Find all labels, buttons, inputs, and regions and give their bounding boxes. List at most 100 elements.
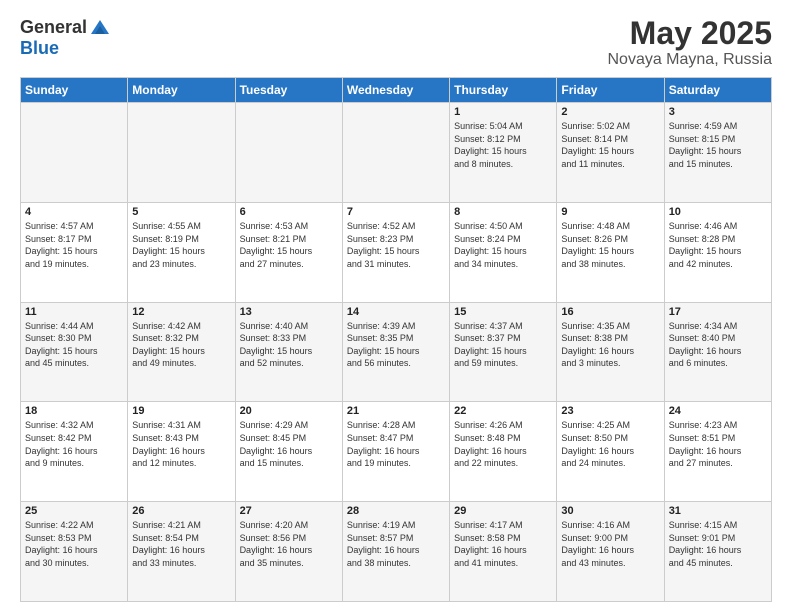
day-info: Sunrise: 4:21 AM Sunset: 8:54 PM Dayligh… bbox=[132, 519, 230, 569]
day-number: 19 bbox=[132, 405, 230, 417]
calendar-day-3: 3Sunrise: 4:59 AM Sunset: 8:15 PM Daylig… bbox=[664, 103, 771, 203]
column-header-monday: Monday bbox=[128, 78, 235, 103]
calendar-day-1: 1 Sunrise: 5:04 AM Sunset: 8:12 PM Daylig… bbox=[450, 103, 557, 203]
day-number: 8 bbox=[454, 206, 552, 218]
calendar-day-5: 5 Sunrise: 4:55 AM Sunset: 8:19 PM Daylig… bbox=[128, 202, 235, 302]
calendar-table: SundayMondayTuesdayWednesdayThursdayFrid… bbox=[20, 77, 772, 602]
calendar-day-13: 13Sunrise: 4:40 AM Sunset: 8:33 PM Dayli… bbox=[235, 302, 342, 402]
calendar-day-23: 23Sunrise: 4:25 AM Sunset: 8:50 PM Dayli… bbox=[557, 402, 664, 502]
day-info: Sunrise: 4:42 AM Sunset: 8:32 PM Dayligh… bbox=[132, 320, 230, 370]
column-header-tuesday: Tuesday bbox=[235, 78, 342, 103]
day-number: 14 bbox=[347, 306, 445, 318]
calendar-day-25: 25 Sunrise: 4:22 AM Sunset: 8:53 PM Dayli… bbox=[21, 502, 128, 602]
calendar-header-row: SundayMondayTuesdayWednesdayThursdayFrid… bbox=[21, 78, 772, 103]
day-info: Sunrise: 4:22 AM Sunset: 8:53 PM Dayligh… bbox=[25, 519, 123, 569]
column-header-sunday: Sunday bbox=[21, 78, 128, 103]
logo-general-text: General bbox=[20, 17, 87, 38]
day-info: Sunrise: 4:44 AM Sunset: 8:30 PM Dayligh… bbox=[25, 320, 123, 370]
calendar-week-3: 11 Sunrise: 4:44 AM Sunset: 8:30 PM Dayli… bbox=[21, 302, 772, 402]
column-header-friday: Friday bbox=[557, 78, 664, 103]
day-number: 1 bbox=[454, 106, 552, 118]
page: General Blue May 2025 Novaya Mayna, Russ… bbox=[0, 0, 792, 612]
calendar-day-30: 30 Sunrise: 4:16 AM Sunset: 9:00 PM Dayli… bbox=[557, 502, 664, 602]
empty-cell bbox=[128, 103, 235, 203]
calendar-day-6: 6 Sunrise: 4:53 AM Sunset: 8:21 PM Daylig… bbox=[235, 202, 342, 302]
title-block: May 2025 Novaya Mayna, Russia bbox=[607, 16, 772, 69]
column-header-wednesday: Wednesday bbox=[342, 78, 449, 103]
calendar-day-19: 19 Sunrise: 4:31 AM Sunset: 8:43 PM Dayli… bbox=[128, 402, 235, 502]
logo-blue-text: Blue bbox=[20, 38, 59, 59]
day-number: 22 bbox=[454, 405, 552, 417]
column-header-thursday: Thursday bbox=[450, 78, 557, 103]
day-number: 11 bbox=[25, 306, 123, 318]
day-number: 17 bbox=[669, 306, 767, 318]
day-number: 15 bbox=[454, 306, 552, 318]
day-number: 24 bbox=[669, 405, 767, 417]
day-number: 10 bbox=[669, 206, 767, 218]
day-number: 2 bbox=[561, 106, 659, 118]
day-number: 4 bbox=[25, 206, 123, 218]
day-info: Sunrise: 4:34 AM Sunset: 8:40 PM Dayligh… bbox=[669, 320, 767, 370]
calendar-day-20: 20 Sunrise: 4:29 AM Sunset: 8:45 PM Dayli… bbox=[235, 402, 342, 502]
day-number: 18 bbox=[25, 405, 123, 417]
day-number: 6 bbox=[240, 206, 338, 218]
calendar-day-31: 31Sunrise: 4:15 AM Sunset: 9:01 PM Dayli… bbox=[664, 502, 771, 602]
day-number: 30 bbox=[561, 505, 659, 517]
day-info: Sunrise: 4:53 AM Sunset: 8:21 PM Dayligh… bbox=[240, 220, 338, 270]
day-info: Sunrise: 4:20 AM Sunset: 8:56 PM Dayligh… bbox=[240, 519, 338, 569]
calendar-day-16: 16 Sunrise: 4:35 AM Sunset: 8:38 PM Dayli… bbox=[557, 302, 664, 402]
calendar-day-17: 17 Sunrise: 4:34 AM Sunset: 8:40 PM Dayli… bbox=[664, 302, 771, 402]
calendar-day-29: 29Sunrise: 4:17 AM Sunset: 8:58 PM Dayli… bbox=[450, 502, 557, 602]
calendar-day-18: 18 Sunrise: 4:32 AM Sunset: 8:42 PM Dayli… bbox=[21, 402, 128, 502]
calendar-week-5: 25 Sunrise: 4:22 AM Sunset: 8:53 PM Dayli… bbox=[21, 502, 772, 602]
calendar-day-12: 12 Sunrise: 4:42 AM Sunset: 8:32 PM Dayli… bbox=[128, 302, 235, 402]
day-number: 29 bbox=[454, 505, 552, 517]
calendar-day-4: 4 Sunrise: 4:57 AM Sunset: 8:17 PM Daylig… bbox=[21, 202, 128, 302]
calendar-week-4: 18 Sunrise: 4:32 AM Sunset: 8:42 PM Dayli… bbox=[21, 402, 772, 502]
calendar-day-27: 27Sunrise: 4:20 AM Sunset: 8:56 PM Dayli… bbox=[235, 502, 342, 602]
calendar-day-26: 26Sunrise: 4:21 AM Sunset: 8:54 PM Dayli… bbox=[128, 502, 235, 602]
subtitle: Novaya Mayna, Russia bbox=[607, 51, 772, 69]
day-info: Sunrise: 4:16 AM Sunset: 9:00 PM Dayligh… bbox=[561, 519, 659, 569]
calendar-day-11: 11 Sunrise: 4:44 AM Sunset: 8:30 PM Dayli… bbox=[21, 302, 128, 402]
day-info: Sunrise: 4:29 AM Sunset: 8:45 PM Dayligh… bbox=[240, 419, 338, 469]
header: General Blue May 2025 Novaya Mayna, Russ… bbox=[20, 16, 772, 69]
calendar-week-1: 1 Sunrise: 5:04 AM Sunset: 8:12 PM Daylig… bbox=[21, 103, 772, 203]
day-number: 31 bbox=[669, 505, 767, 517]
calendar-day-15: 15 Sunrise: 4:37 AM Sunset: 8:37 PM Dayli… bbox=[450, 302, 557, 402]
day-info: Sunrise: 4:19 AM Sunset: 8:57 PM Dayligh… bbox=[347, 519, 445, 569]
day-info: Sunrise: 4:46 AM Sunset: 8:28 PM Dayligh… bbox=[669, 220, 767, 270]
day-info: Sunrise: 4:28 AM Sunset: 8:47 PM Dayligh… bbox=[347, 419, 445, 469]
day-number: 7 bbox=[347, 206, 445, 218]
day-info: Sunrise: 4:32 AM Sunset: 8:42 PM Dayligh… bbox=[25, 419, 123, 469]
day-info: Sunrise: 5:02 AM Sunset: 8:14 PM Dayligh… bbox=[561, 120, 659, 170]
day-info: Sunrise: 4:25 AM Sunset: 8:50 PM Dayligh… bbox=[561, 419, 659, 469]
day-number: 28 bbox=[347, 505, 445, 517]
calendar-day-21: 21 Sunrise: 4:28 AM Sunset: 8:47 PM Dayli… bbox=[342, 402, 449, 502]
day-number: 20 bbox=[240, 405, 338, 417]
day-info: Sunrise: 4:52 AM Sunset: 8:23 PM Dayligh… bbox=[347, 220, 445, 270]
calendar-day-22: 22 Sunrise: 4:26 AM Sunset: 8:48 PM Dayli… bbox=[450, 402, 557, 502]
calendar-day-28: 28 Sunrise: 4:19 AM Sunset: 8:57 PM Dayli… bbox=[342, 502, 449, 602]
day-info: Sunrise: 4:26 AM Sunset: 8:48 PM Dayligh… bbox=[454, 419, 552, 469]
day-number: 16 bbox=[561, 306, 659, 318]
calendar-day-24: 24Sunrise: 4:23 AM Sunset: 8:51 PM Dayli… bbox=[664, 402, 771, 502]
day-number: 13 bbox=[240, 306, 338, 318]
day-info: Sunrise: 4:55 AM Sunset: 8:19 PM Dayligh… bbox=[132, 220, 230, 270]
day-number: 3 bbox=[669, 106, 767, 118]
day-info: Sunrise: 4:39 AM Sunset: 8:35 PM Dayligh… bbox=[347, 320, 445, 370]
calendar-day-10: 10 Sunrise: 4:46 AM Sunset: 8:28 PM Dayli… bbox=[664, 202, 771, 302]
day-info: Sunrise: 4:37 AM Sunset: 8:37 PM Dayligh… bbox=[454, 320, 552, 370]
day-info: Sunrise: 5:04 AM Sunset: 8:12 PM Dayligh… bbox=[454, 120, 552, 170]
day-number: 25 bbox=[25, 505, 123, 517]
day-info: Sunrise: 4:57 AM Sunset: 8:17 PM Dayligh… bbox=[25, 220, 123, 270]
day-number: 21 bbox=[347, 405, 445, 417]
day-info: Sunrise: 4:31 AM Sunset: 8:43 PM Dayligh… bbox=[132, 419, 230, 469]
day-info: Sunrise: 4:48 AM Sunset: 8:26 PM Dayligh… bbox=[561, 220, 659, 270]
logo: General Blue bbox=[20, 16, 111, 59]
column-header-saturday: Saturday bbox=[664, 78, 771, 103]
day-info: Sunrise: 4:35 AM Sunset: 8:38 PM Dayligh… bbox=[561, 320, 659, 370]
calendar-day-9: 9Sunrise: 4:48 AM Sunset: 8:26 PM Daylig… bbox=[557, 202, 664, 302]
day-number: 12 bbox=[132, 306, 230, 318]
day-number: 5 bbox=[132, 206, 230, 218]
